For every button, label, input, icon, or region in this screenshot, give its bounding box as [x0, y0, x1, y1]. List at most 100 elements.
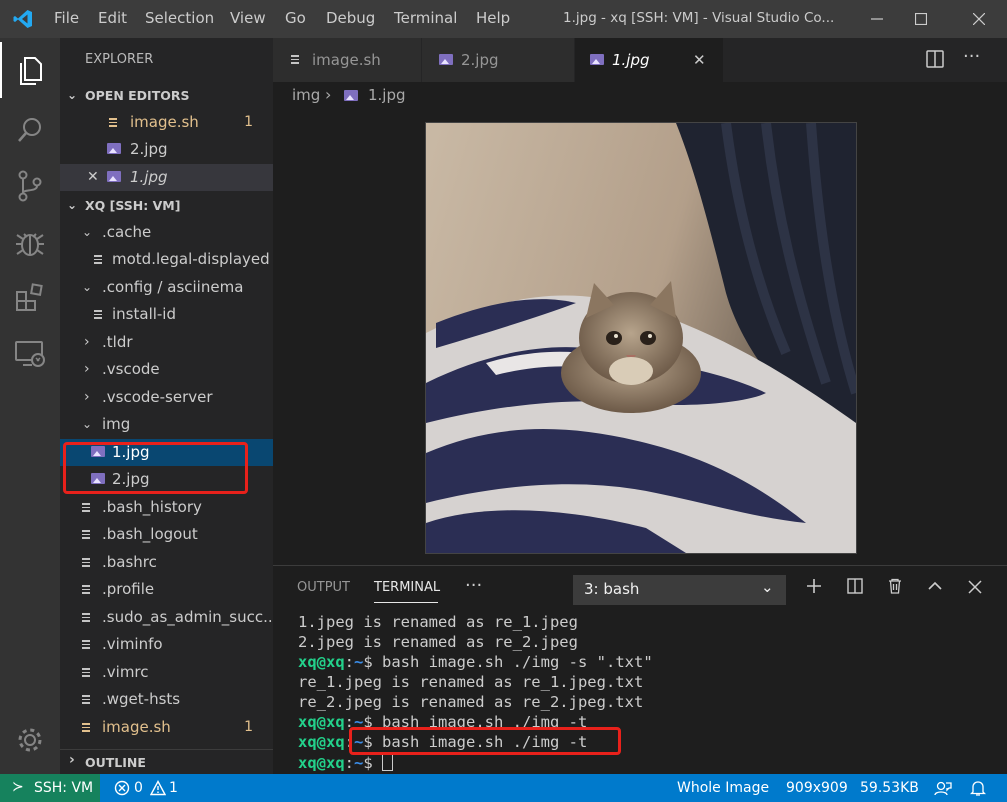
tree-label: .bashrc	[102, 553, 157, 571]
open-editors-header[interactable]: ⌄ OPEN EDITORS	[60, 84, 273, 108]
tree-folder[interactable]: › .vscode	[60, 356, 273, 383]
tab-2-jpg[interactable]: 2.jpg	[422, 38, 575, 82]
tree-label: image.sh	[102, 718, 171, 736]
menu-debug[interactable]: Debug	[326, 9, 375, 27]
image-file-icon	[107, 171, 121, 182]
tree-label: .viminfo	[102, 635, 163, 653]
tree-file[interactable]: install-id	[60, 301, 273, 328]
status-bar: ≻ SSH: VM 0 1 Whole Image 909x909 59.53K…	[0, 774, 1007, 802]
open-editor-label: image.sh	[130, 113, 199, 131]
tree-folder[interactable]: ⌄ .config / asciinema	[60, 274, 273, 301]
new-terminal-button[interactable]	[800, 575, 828, 603]
tree-folder[interactable]: ⌄ .cache	[60, 219, 273, 246]
tree-file[interactable]: .sudo_as_admin_succ...	[60, 604, 273, 631]
tree-label: .vscode-server	[102, 388, 213, 406]
terminal-line[interactable]: xq@xq:~$	[298, 752, 394, 772]
workspace-header[interactable]: ⌄ XQ [SSH: VM]	[60, 194, 273, 218]
chevron-right-icon: ›	[84, 361, 90, 377]
close-window-button[interactable]	[956, 4, 1002, 34]
more-actions-icon[interactable]: ···	[465, 575, 482, 596]
tree-file[interactable]: image.sh 1	[60, 714, 273, 741]
tree-file[interactable]: .bashrc	[60, 549, 273, 576]
tab-image-sh[interactable]: image.sh	[273, 38, 422, 82]
menu-view[interactable]: View	[230, 9, 266, 27]
open-editors-title: OPEN EDITORS	[85, 88, 190, 103]
workspace-title: XQ [SSH: VM]	[85, 198, 181, 213]
menu-help[interactable]: Help	[476, 9, 510, 27]
image-file-icon	[107, 143, 121, 154]
outline-header[interactable]: › OUTLINE	[60, 749, 273, 774]
open-editor-item[interactable]: 2.jpg	[60, 136, 273, 163]
activity-bar	[0, 38, 60, 774]
explorer-button[interactable]	[0, 42, 60, 98]
chevron-down-icon: ⌄	[67, 198, 78, 212]
prompt-user: xq@xq	[298, 713, 345, 731]
tab-terminal[interactable]: TERMINAL	[374, 580, 440, 595]
image-zoom-status[interactable]: Whole Image	[677, 780, 769, 796]
breadcrumb-folder[interactable]: img	[292, 86, 320, 104]
open-editor-label: 1.jpg	[130, 168, 168, 186]
terminal-select[interactable]: 3: bash ⌄	[573, 575, 786, 605]
remote-explorer-button[interactable]	[0, 326, 60, 382]
plus-icon	[807, 579, 821, 593]
annotation-box	[349, 727, 621, 755]
source-control-button[interactable]	[0, 158, 60, 214]
menu-terminal[interactable]: Terminal	[394, 9, 457, 27]
remote-indicator[interactable]: ≻ SSH: VM	[0, 774, 100, 802]
gear-icon	[18, 728, 42, 752]
outline-title: OUTLINE	[85, 755, 146, 770]
tree-label: .sudo_as_admin_succ...	[102, 608, 273, 626]
open-editor-item-active[interactable]: ✕ 1.jpg	[60, 164, 273, 191]
split-terminal-button[interactable]	[841, 575, 869, 603]
close-panel-button[interactable]	[961, 575, 989, 603]
tree-file[interactable]: .profile	[60, 576, 273, 603]
menu-selection[interactable]: Selection	[145, 9, 214, 27]
vscode-logo-icon	[13, 10, 32, 28]
tree-folder[interactable]: ⌄ img	[60, 411, 273, 438]
terminal-output: re_2.jpeg is renamed as re_2.jpeg.txt	[298, 693, 644, 711]
tree-file[interactable]: .vimrc	[60, 659, 273, 686]
extensions-button[interactable]	[0, 270, 60, 326]
terminal-line: 2.jpeg is renamed as re_2.jpeg	[298, 632, 578, 652]
close-icon[interactable]: ✕	[87, 164, 99, 191]
terminal-line: 1.jpeg is renamed as re_1.jpeg	[298, 612, 578, 632]
search-button[interactable]	[0, 102, 60, 158]
problem-badge: 1	[244, 719, 253, 735]
breadcrumb-file[interactable]: 1.jpg	[368, 86, 406, 104]
explorer-sidebar: EXPLORER ⌄ OPEN EDITORS image.sh 1 2.jpg…	[60, 38, 273, 774]
tree-file[interactable]: .wget-hsts	[60, 686, 273, 713]
error-icon	[114, 780, 130, 796]
tree-label: install-id	[112, 305, 176, 323]
tree-label: .wget-hsts	[102, 690, 181, 708]
bug-icon	[16, 233, 44, 256]
minimize-button[interactable]	[854, 4, 900, 34]
tree-file[interactable]: .bash_logout	[60, 521, 273, 548]
maximize-panel-button[interactable]	[921, 575, 949, 603]
tree-file[interactable]: .viminfo	[60, 631, 273, 658]
tree-folder[interactable]: › .tldr	[60, 329, 273, 356]
debug-button[interactable]	[0, 214, 60, 270]
file-icon	[291, 55, 299, 65]
menu-edit[interactable]: Edit	[98, 9, 127, 27]
problems-indicator[interactable]: 0 1	[112, 774, 182, 802]
maximize-button[interactable]	[898, 4, 944, 34]
tab-label: 2.jpg	[461, 51, 499, 69]
kill-terminal-button[interactable]	[881, 575, 909, 603]
chevron-down-icon: ⌄	[82, 225, 93, 239]
chevron-right-icon: ›	[69, 752, 75, 768]
tree-file[interactable]: .bash_history	[60, 494, 273, 521]
tab-1-jpg[interactable]: 1.jpg ✕	[575, 38, 723, 82]
tree-folder[interactable]: › .vscode-server	[60, 384, 273, 411]
open-editor-item[interactable]: image.sh 1	[60, 109, 273, 136]
split-editor-icon[interactable]	[926, 50, 944, 68]
more-actions-icon[interactable]: ···	[963, 46, 980, 67]
manage-button[interactable]	[0, 714, 60, 770]
bell-icon[interactable]	[970, 779, 986, 797]
close-tab-icon[interactable]: ✕	[693, 38, 706, 82]
file-icon	[109, 118, 117, 128]
feedback-icon[interactable]	[934, 780, 952, 796]
tab-output[interactable]: OUTPUT	[297, 580, 350, 595]
menu-go[interactable]: Go	[285, 9, 306, 27]
menu-file[interactable]: File	[54, 9, 79, 27]
tree-file[interactable]: motd.legal-displayed	[60, 246, 273, 273]
